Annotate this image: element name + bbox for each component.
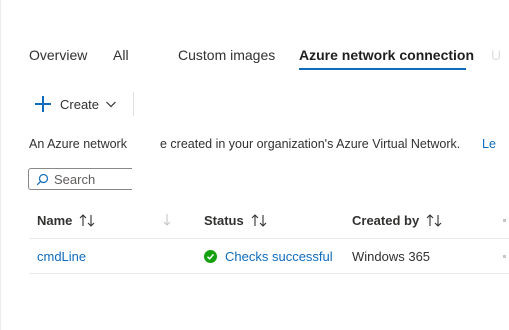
tab-overflow[interactable]: U [491,47,501,63]
success-check-icon [204,250,217,263]
connection-name-link[interactable]: cmdLine [37,249,86,264]
header-divider [29,238,509,239]
table-row-created-by: Windows 365 [352,249,430,264]
search-placeholder: Search [54,171,96,187]
sort-icon [163,214,171,226]
table-row-name[interactable]: cmdLine [37,249,86,264]
description-text-left: An Azure network [29,137,127,151]
create-button[interactable]: Create [35,93,117,115]
overlay-mask [128,40,158,70]
sort-icon [80,214,95,227]
column-header-name[interactable]: Name [37,213,96,228]
search-icon [36,173,49,185]
learn-more-link[interactable]: Le [482,137,496,151]
column-label-created-by: Created by [352,213,420,228]
tab-custom-images[interactable]: Custom images [178,47,275,63]
row-divider [29,273,509,274]
column-header-status[interactable]: Status [204,213,268,228]
tab-overview[interactable]: Overview [29,47,87,63]
column-header-created-by[interactable]: Created by [352,213,443,228]
overlay-mask [130,132,160,158]
create-label: Create [60,96,100,112]
status-link[interactable]: Checks successful [225,249,333,264]
column-resize-handle[interactable] [503,219,506,222]
sort-icon [251,214,267,227]
command-bar-divider [133,92,134,116]
selected-tab-indicator [299,68,466,70]
search-input[interactable]: Search [28,168,132,190]
row-overflow-marker [503,255,506,258]
table-row-status[interactable]: Checks successful [204,249,333,264]
chevron-down-icon [106,101,116,108]
sort-icon [426,214,442,227]
column-label-name: Name [37,213,73,228]
left-divider [0,0,1,330]
tab-azure-network-connection[interactable]: Azure network connection [299,47,474,63]
created-by-value: Windows 365 [352,249,431,264]
description-text-right: e created in your organization's Azure V… [160,137,461,151]
add-icon [35,96,51,112]
column-label-status: Status [204,213,244,228]
